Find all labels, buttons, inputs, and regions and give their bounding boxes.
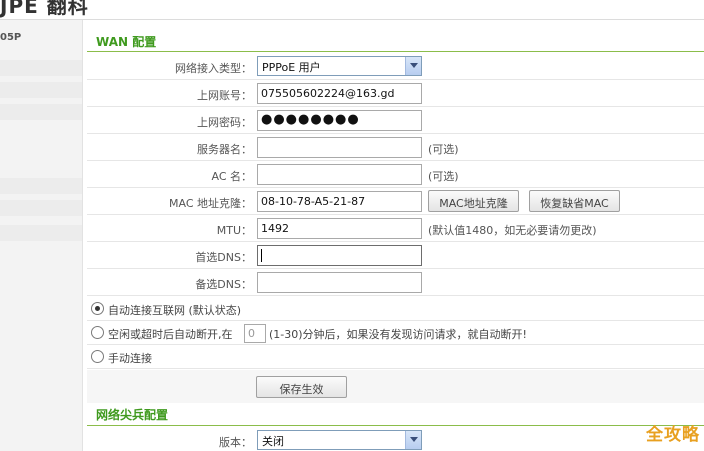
server-hint: (可选) [428,143,459,156]
idle-disconnect-radio[interactable] [91,326,104,339]
conn-type-select[interactable]: PPPoE 用户 [257,56,422,76]
wan-section-title: WAN 配置 [87,20,704,52]
main-content: WAN 配置 网络接入类型： PPPoE 用户 上网账号： 0755056022… [87,20,704,451]
mac-clone-button[interactable]: MAC地址克隆 [428,190,519,212]
dns1-input[interactable] [257,245,422,266]
chevron-down-icon[interactable] [405,57,421,75]
sidebar-item[interactable] [0,178,82,194]
text-cursor [261,249,262,262]
chevron-down-icon[interactable] [405,431,421,449]
idle-minutes-input[interactable]: 0 [244,324,266,343]
save-button[interactable]: 保存生效 [256,376,347,398]
idle-disconnect-option[interactable]: 空闲或超时后自动断开,在 0 (1-30)分钟后，如果没有发现访问请求，就自动断… [87,321,704,345]
ac-input[interactable] [257,164,422,185]
dns1-label: 首选DNS： [195,251,252,264]
manual-connect-radio[interactable] [91,350,104,363]
dns1-row: 首选DNS： [87,242,704,269]
sentinel-section-title: 网络尖兵配置 [87,396,704,426]
idle-suffix-label: (1-30)分钟后，如果没有发现访问请求，就自动断开! [269,328,527,341]
password-input[interactable]: ●●●●●●●● [257,110,422,131]
password-label: 上网密码： [197,116,252,129]
idle-prefix-label: 空闲或超时后自动断开,在 [108,328,233,341]
watermark-logo: 全攻略 [646,425,700,445]
account-label: 上网账号： [197,89,252,102]
mtu-label: MTU： [216,224,252,237]
model-name: 05P [0,32,22,43]
sidebar-item[interactable] [0,104,82,120]
brand-logo: JPE 翻科 [0,0,89,18]
dns2-row: 备选DNS： [87,269,704,296]
sidebar-item[interactable] [0,225,82,241]
top-banner: JPE 翻科 [0,0,704,20]
mac-input[interactable]: 08-10-78-A5-21-87 [257,191,422,212]
auto-connect-label: 自动连接互联网 (默认状态) [108,304,242,317]
account-row: 上网账号： 075505602224@163.gd [87,80,704,107]
auto-connect-radio[interactable] [91,302,104,315]
sidebar-item[interactable] [0,200,82,216]
mtu-input[interactable]: 1492 [257,218,422,239]
conn-type-label: 网络接入类型： [175,62,252,75]
restore-mac-button[interactable]: 恢复缺省MAC [529,190,620,212]
dns2-label: 备选DNS： [195,278,252,291]
version-row: 版本： 关闭 [87,427,704,451]
version-label: 版本： [219,436,252,449]
manual-connect-option[interactable]: 手动连接 [87,345,704,369]
sidebar-item[interactable] [0,60,82,76]
server-input[interactable] [257,137,422,158]
conn-type-row: 网络接入类型： PPPoE 用户 [87,53,704,80]
ac-row: AC 名： (可选) [87,161,704,188]
version-select[interactable]: 关闭 [257,430,422,450]
mac-row: MAC 地址克隆： 08-10-78-A5-21-87 MAC地址克隆 恢复缺省… [87,188,704,215]
server-row: 服务器名： (可选) [87,134,704,161]
ac-label: AC 名： [211,170,252,183]
password-row: 上网密码： ●●●●●●●● [87,107,704,134]
auto-connect-option[interactable]: 自动连接互联网 (默认状态) [87,297,704,321]
sidebar: 05P [0,20,82,451]
mac-label: MAC 地址克隆： [169,197,252,210]
account-input[interactable]: 075505602224@163.gd [257,83,422,104]
server-label: 服务器名： [197,143,252,156]
mtu-row: MTU： 1492 (默认值1480，如无必要请勿更改) [87,215,704,242]
manual-connect-label: 手动连接 [108,352,152,365]
mtu-hint: (默认值1480，如无必要请勿更改) [428,224,597,237]
dns2-input[interactable] [257,272,422,293]
ac-hint: (可选) [428,170,459,183]
sidebar-item[interactable] [0,82,82,98]
